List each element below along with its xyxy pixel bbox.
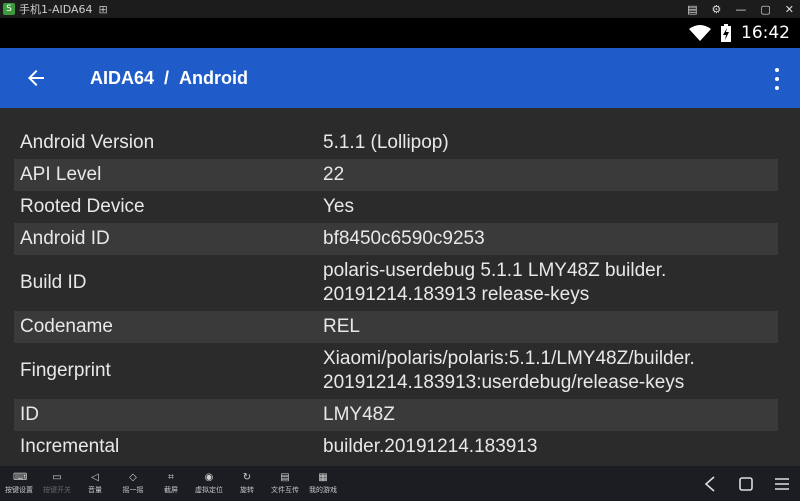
- battery-charging-icon: [721, 24, 731, 42]
- tool-label: 文件互传: [271, 485, 299, 494]
- keymap-button[interactable]: ⌨ 按键设置: [0, 466, 38, 501]
- breadcrumb: AIDA64 / Android: [90, 68, 248, 89]
- row-value-line2: 20191214.183913 release-keys: [323, 284, 590, 305]
- overflow-menu-icon[interactable]: [772, 68, 782, 90]
- row-value-line2: 20191214.183913:userdebug/release-keys: [323, 372, 685, 393]
- app-toolbar: AIDA64 / Android: [0, 48, 800, 108]
- row-label: ID: [20, 404, 39, 425]
- row-label: Build ID: [20, 272, 87, 293]
- row-value: 22: [323, 164, 345, 185]
- crop-icon: ⌗: [168, 471, 174, 483]
- row-value: Yes: [323, 196, 354, 217]
- keyboard-icon: ⌨: [13, 471, 28, 483]
- row-label: Fingerprint: [20, 360, 111, 381]
- shake-button[interactable]: ◇ 摇一摇: [114, 466, 152, 501]
- row-value: bf8450c6590c9253: [323, 228, 485, 249]
- minimize-button[interactable]: —: [735, 3, 746, 16]
- settings-icon[interactable]: ⚙: [712, 3, 722, 16]
- maximize-button[interactable]: ▢: [760, 3, 770, 16]
- emulator-title-bar: S 手机1-AIDA64 ⊞ ▤ ⚙ — ▢ ✕: [0, 0, 800, 18]
- info-row: Fingerprint Xiaomi/polaris/polaris:5.1.1…: [14, 343, 778, 399]
- emulator-toolbar: ⌨ 按键设置 ▭ 按键开关 ◁ 音量 ◇ 摇一摇 ⌗ 截屏 ◉ 虚拟定位 ↻ 旋…: [0, 466, 800, 501]
- row-value-line1: Xiaomi/polaris/polaris:5.1.1/LMY48Z/buil…: [323, 348, 695, 369]
- virtual-location-button[interactable]: ◉ 虚拟定位: [190, 466, 228, 501]
- tool-label: 音量: [88, 485, 102, 494]
- info-list[interactable]: Android Version 5.1.1 (Lollipop) API Lev…: [0, 108, 800, 466]
- key-toggle-button[interactable]: ▭ 按键开关: [38, 466, 76, 501]
- row-label: Android Version: [20, 132, 155, 153]
- message-icon[interactable]: ▤: [687, 3, 697, 16]
- info-row: Build ID polaris-userdebug 5.1.1 LMY48Z …: [14, 255, 778, 311]
- row-value: LMY48Z: [323, 404, 395, 425]
- row-value: builder.20191214.183913: [323, 436, 538, 457]
- screenshot-button[interactable]: ⌗ 截屏: [152, 466, 190, 501]
- row-label: Android ID: [20, 228, 110, 249]
- tool-label: 虚拟定位: [195, 485, 223, 494]
- row-value-line1: polaris-userdebug 5.1.1 LMY48Z builder.: [323, 260, 667, 281]
- location-icon: ◉: [204, 471, 214, 483]
- back-button[interactable]: [8, 48, 64, 108]
- info-row: Codename REL: [14, 311, 778, 343]
- info-row: API Level 22: [14, 159, 778, 191]
- shake-icon: ◇: [129, 471, 137, 483]
- tool-label: 摇一摇: [122, 485, 144, 494]
- tool-label: 我的游戏: [309, 485, 337, 494]
- close-button[interactable]: ✕: [785, 3, 794, 16]
- menu-nav-icon[interactable]: [764, 466, 800, 501]
- rotate-button[interactable]: ↻ 旋转: [228, 466, 266, 501]
- info-row: Incremental builder.20191214.183913: [14, 431, 778, 463]
- file-transfer-button[interactable]: ▤ 文件互传: [266, 466, 304, 501]
- breadcrumb-section: Android: [179, 67, 249, 88]
- row-label: Rooted Device: [20, 196, 145, 217]
- breadcrumb-app: AIDA64: [90, 67, 155, 88]
- row-value: Xiaomi/polaris/polaris:5.1.1/LMY48Z/buil…: [323, 347, 778, 395]
- breadcrumb-separator: /: [164, 67, 170, 88]
- row-label: Codename: [20, 316, 113, 337]
- folder-icon: ▤: [280, 471, 290, 483]
- row-label: API Level: [20, 164, 102, 185]
- status-bar: 16:42: [0, 18, 800, 48]
- window-title: 手机1-AIDA64: [19, 3, 93, 16]
- toggle-icon: ▭: [52, 471, 62, 483]
- volume-button[interactable]: ◁ 音量: [76, 466, 114, 501]
- info-row: Rooted Device Yes: [14, 191, 778, 223]
- volume-icon: ◁: [91, 471, 99, 483]
- row-value: 5.1.1 (Lollipop): [323, 132, 449, 153]
- arrow-left-icon: [28, 70, 44, 86]
- info-row: Android ID bf8450c6590c9253: [14, 223, 778, 255]
- tool-label: 截屏: [164, 485, 178, 494]
- info-row: ID LMY48Z: [14, 399, 778, 431]
- app-logo-icon: S: [3, 3, 15, 15]
- status-clock: 16:42: [741, 23, 790, 43]
- tool-label: 按键设置: [5, 485, 33, 494]
- info-row: Android Version 5.1.1 (Lollipop): [14, 127, 778, 159]
- my-games-button[interactable]: ▦ 我的游戏: [304, 466, 342, 501]
- multi-window-icon[interactable]: ⊞: [99, 3, 108, 16]
- tool-label: 按键开关: [43, 485, 71, 494]
- tool-label: 旋转: [240, 485, 254, 494]
- grid-icon: ▦: [318, 471, 328, 483]
- rotate-icon: ↻: [242, 471, 252, 483]
- home-nav-icon[interactable]: [728, 466, 764, 501]
- back-nav-icon[interactable]: [692, 466, 728, 501]
- row-value: REL: [323, 316, 360, 337]
- wifi-icon: [689, 25, 711, 41]
- row-label: Incremental: [20, 436, 120, 457]
- row-value: polaris-userdebug 5.1.1 LMY48Z builder. …: [323, 259, 778, 307]
